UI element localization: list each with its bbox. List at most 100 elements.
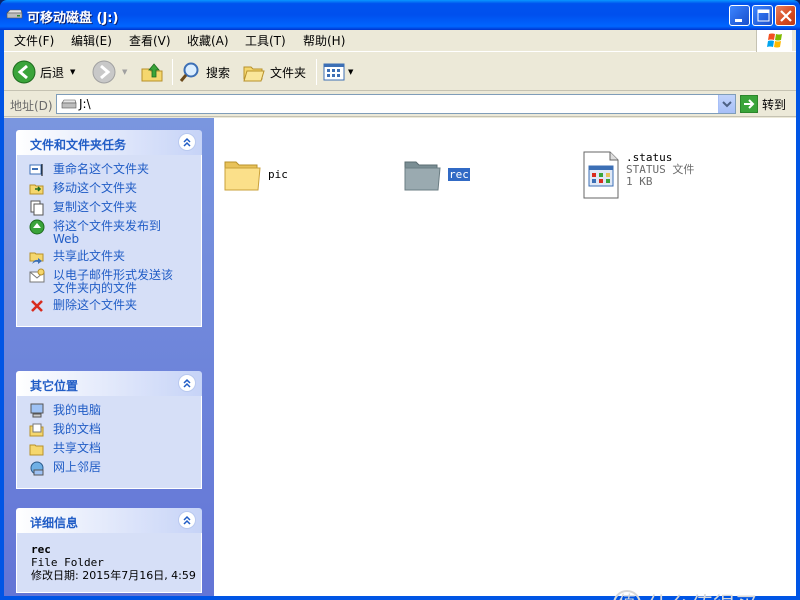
task-copy-folder[interactable]: 复制这个文件夹 xyxy=(29,200,201,216)
double-chevron-up-icon xyxy=(183,378,191,388)
views-button[interactable]: ▼ xyxy=(322,57,353,87)
drive-icon xyxy=(61,99,77,109)
rename-icon xyxy=(29,164,43,176)
address-input[interactable]: J:\ xyxy=(56,94,736,114)
go-label: 转到 xyxy=(762,97,787,112)
panel-body: 我的电脑 我的文档 共享文档 网上邻居 xyxy=(16,396,202,489)
folder-item-rec[interactable]: rec xyxy=(402,154,470,194)
file-size: 1 KB xyxy=(626,175,653,188)
watermark-logo-icon: 值 xyxy=(613,590,641,600)
toolbar-separator xyxy=(316,59,317,85)
chevron-down-icon xyxy=(722,101,732,108)
up-folder-button[interactable] xyxy=(140,57,164,87)
file-list-view[interactable]: pic rec .status STATUS 文件 1 KB xyxy=(214,118,796,596)
watermark: 值 什么值得买 xyxy=(613,588,757,600)
panel-title: 其它位置 xyxy=(30,379,79,393)
details-type: File Folder xyxy=(31,556,104,569)
standard-toolbar: 后退 ▼ ▼ 搜索 文件夹 ▼ xyxy=(4,53,796,91)
details-panel: 详细信息 rec File Folder 修改日期: 2015年7月16日, 4… xyxy=(16,508,202,593)
collapse-button[interactable] xyxy=(178,133,196,151)
watermark-text: 什么值得买 xyxy=(647,588,757,600)
place-my-documents[interactable]: 我的文档 xyxy=(29,423,201,438)
window-client: 文件(F) 编辑(E) 查看(V) 收藏(A) 工具(T) 帮助(H) 后退 ▼… xyxy=(4,30,796,600)
double-chevron-up-icon xyxy=(183,137,191,147)
removable-drive-icon xyxy=(6,9,23,19)
move-icon xyxy=(29,184,44,195)
panel-header[interactable]: 其它位置 xyxy=(16,371,202,396)
file-item-status[interactable]: .status STATUS 文件 1 KB xyxy=(580,150,694,200)
task-email-files[interactable]: 以电子邮件形式发送该文件夹内的文件 xyxy=(29,268,201,295)
panel-header[interactable]: 详细信息 xyxy=(16,508,202,533)
copy-icon xyxy=(30,200,44,216)
close-button[interactable] xyxy=(775,5,796,26)
task-share-folder[interactable]: 共享此文件夹 xyxy=(29,250,201,265)
title-bar[interactable]: 可移动磁盘 (J:) xyxy=(0,0,800,30)
panel-body: 重命名这个文件夹 移动这个文件夹 复制这个文件夹 将这个文件夹发布到 Web 共… xyxy=(16,155,202,327)
my-documents-icon xyxy=(29,423,44,437)
maximize-button[interactable] xyxy=(752,5,773,26)
network-icon xyxy=(30,461,44,476)
file-info: .status STATUS 文件 1 KB xyxy=(626,152,694,188)
search-icon xyxy=(179,62,199,82)
panel-header[interactable]: 文件和文件夹任务 xyxy=(16,130,202,155)
folder-item-pic[interactable]: pic xyxy=(222,154,288,194)
task-delete-folder[interactable]: 删除这个文件夹 xyxy=(29,299,201,314)
task-rename-folder[interactable]: 重命名这个文件夹 xyxy=(29,163,201,178)
globe-publish-icon xyxy=(29,219,45,235)
back-button[interactable]: 后退 ▼ xyxy=(12,57,75,87)
menu-help[interactable]: 帮助(H) xyxy=(303,33,345,49)
minimize-button[interactable] xyxy=(729,5,750,26)
double-chevron-up-icon xyxy=(183,515,191,525)
window-title: 可移动磁盘 (J:) xyxy=(27,11,119,26)
place-network-neighborhood[interactable]: 网上邻居 xyxy=(29,461,201,476)
forward-button[interactable]: ▼ xyxy=(92,57,127,87)
place-my-computer[interactable]: 我的电脑 xyxy=(29,403,201,419)
search-button[interactable]: 搜索 xyxy=(178,57,230,87)
toolbar-separator xyxy=(172,59,173,85)
address-bar: 地址(D) J:\ 转到 xyxy=(4,92,796,117)
task-move-folder[interactable]: 移动这个文件夹 xyxy=(29,182,201,197)
menu-edit[interactable]: 编辑(E) xyxy=(71,33,112,49)
menu-favorites[interactable]: 收藏(A) xyxy=(187,33,229,49)
go-arrow-icon xyxy=(740,95,758,113)
forward-arrow-icon xyxy=(92,60,116,84)
menu-file[interactable]: 文件(F) xyxy=(14,33,54,49)
collapse-button[interactable] xyxy=(178,374,196,392)
explorer-window: 可移动磁盘 (J:) 文件(F) 编辑(E) 查看(V) 收藏(A) 工具(T)… xyxy=(0,0,800,600)
search-label: 搜索 xyxy=(206,65,231,80)
delete-x-icon xyxy=(31,300,43,312)
folders-label: 文件夹 xyxy=(270,65,307,80)
close-icon xyxy=(780,10,792,22)
views-dropdown-icon[interactable]: ▼ xyxy=(348,68,353,76)
menu-tools[interactable]: 工具(T) xyxy=(245,33,286,49)
folders-icon xyxy=(243,66,265,82)
address-value: J:\ xyxy=(79,97,91,111)
panel-title: 文件和文件夹任务 xyxy=(30,138,127,152)
maximize-icon xyxy=(757,9,770,22)
task-pane: 文件和文件夹任务 重命名这个文件夹 移动这个文件夹 复制这个文件夹 将这个文件夹… xyxy=(4,118,214,596)
folder-name-selected: rec xyxy=(448,168,470,181)
windows-logo xyxy=(756,30,792,52)
menu-view[interactable]: 查看(V) xyxy=(129,33,171,49)
details-name: rec xyxy=(31,543,51,556)
back-dropdown-icon[interactable]: ▼ xyxy=(70,68,75,76)
address-label: 地址(D) xyxy=(10,99,53,113)
place-shared-documents[interactable]: 共享文档 xyxy=(29,442,201,457)
views-icon xyxy=(323,63,345,81)
folders-button[interactable]: 文件夹 xyxy=(242,57,306,87)
other-places-panel: 其它位置 我的电脑 我的文档 共享文档 网上邻居 xyxy=(16,371,202,489)
details-modified: 修改日期: 2015年7月16日, 4:59 xyxy=(31,569,196,582)
minimize-icon xyxy=(735,19,742,22)
back-arrow-icon xyxy=(12,60,36,84)
collapse-button[interactable] xyxy=(178,511,196,529)
file-document-icon xyxy=(583,151,619,199)
forward-dropdown-icon[interactable]: ▼ xyxy=(122,68,127,76)
task-publish-web[interactable]: 将这个文件夹发布到 Web xyxy=(29,219,201,246)
go-button[interactable]: 转到 xyxy=(740,94,786,114)
my-computer-icon xyxy=(30,403,44,418)
panel-title: 详细信息 xyxy=(30,516,79,530)
email-icon xyxy=(29,268,45,283)
folder-icon xyxy=(404,161,441,191)
windows-flag-icon xyxy=(767,33,782,48)
address-dropdown-button[interactable] xyxy=(718,95,735,113)
